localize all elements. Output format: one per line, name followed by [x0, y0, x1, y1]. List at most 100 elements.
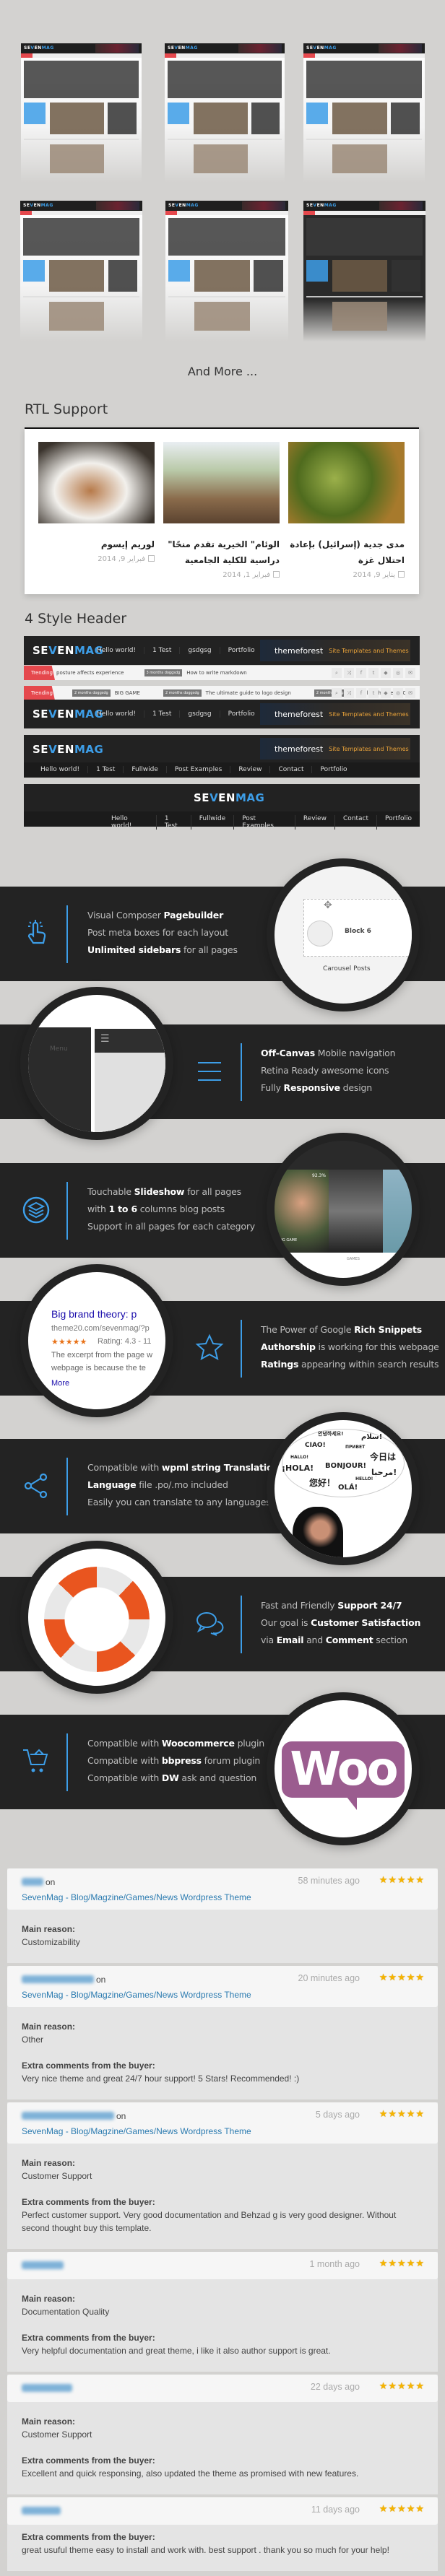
post-title[interactable]: مدى جدية (إسرائيل) بإعادة احتلال غزة	[288, 536, 405, 568]
theme-demo-thumbnail[interactable]: SEVENMAG	[21, 43, 142, 183]
dribbble-icon[interactable]: ◎	[393, 668, 403, 678]
facebook-icon[interactable]: f	[356, 688, 366, 698]
product-link[interactable]: SevenMag - Blog/Magzine/Games/News Wordp…	[22, 2126, 425, 2136]
mail-icon[interactable]: ✉	[405, 668, 415, 678]
reviewer-name-blurred[interactable]	[22, 2384, 72, 2393]
feature-preview-image: ✥ Block 6 Carousel Posts	[275, 866, 412, 1004]
greeting-text: سلام!	[361, 1433, 383, 1441]
facebook-icon[interactable]: f	[356, 668, 366, 678]
nav-item[interactable]: Contact	[270, 766, 313, 773]
demo-content-block	[23, 260, 45, 282]
feature-line: Off-Canvas Mobile navigation	[261, 1045, 396, 1062]
post-title[interactable]: الوئام" الخيرية تقدم منحًا" دراسية للكلي…	[163, 536, 280, 568]
demo-content-block	[108, 103, 137, 134]
extra-comments: Extra comments from the buyer: Very helpf…	[22, 2331, 423, 2357]
nav-item[interactable]: Review	[295, 815, 335, 830]
post-image-topiary-garden[interactable]	[288, 442, 405, 523]
nav-item[interactable]: Post Examples	[167, 766, 231, 773]
greeting-text: BONJOUR!	[325, 1462, 367, 1470]
feature-text-segment: Fully	[261, 1082, 284, 1093]
trending-item[interactable]: The ultimate guide to logo design	[206, 690, 291, 696]
product-link[interactable]: SevenMag - Blog/Magzine/Games/News Wordp…	[22, 1990, 425, 2000]
hamburger-menu-icon[interactable]: ☰	[100, 1032, 110, 1045]
nav-item[interactable]: Hello world!	[89, 647, 145, 654]
reviewer-name-blurred[interactable]	[22, 1878, 43, 1887]
nav-item[interactable]: Post Examples	[234, 815, 295, 830]
demo-content-block	[332, 302, 388, 331]
nav-item[interactable]: Contact	[335, 815, 377, 830]
themeforest-banner[interactable]: themeforest Site Templates and Themes	[260, 640, 410, 661]
theme-demo-thumbnail[interactable]: SEVENMAG	[303, 201, 425, 341]
more-link: More	[51, 1379, 70, 1388]
divider-line	[66, 1733, 68, 1791]
theme-demo-thumbnail[interactable]: SEVENMAG	[20, 201, 142, 341]
trending-item[interactable]: posture affects experience	[56, 670, 124, 676]
logo-part: MAG	[235, 791, 265, 804]
nav-item[interactable]: Fullwide	[124, 766, 167, 773]
site-logo[interactable]: SEVENMAG	[194, 791, 264, 804]
circle-label: Menu	[50, 1045, 68, 1053]
main-reason-value: Customizability	[22, 1937, 80, 1947]
themeforest-banner[interactable]: themeforest Site Templates and Themes	[260, 703, 410, 725]
twitter-icon[interactable]: t	[368, 688, 379, 698]
nav-item[interactable]: 1 Test	[144, 710, 181, 718]
rtl-post[interactable]: الوئام" الخيرية تقدم منحًا" دراسية للكلي…	[163, 442, 280, 579]
reviewer-name-blurred[interactable]	[22, 2507, 61, 2515]
android-icon[interactable]: ◆	[381, 688, 391, 698]
theme-demo-thumbnail[interactable]: SEVENMAG	[165, 43, 285, 183]
nav-item[interactable]: Portfolio	[220, 647, 263, 654]
reviewer-name-blurred[interactable]	[22, 2261, 64, 2270]
post-date-text: فبراير 9, 2014	[98, 555, 145, 563]
product-link[interactable]: SevenMag - Blog/Magzine/Games/News Wordp…	[22, 1892, 425, 1902]
layers-icon	[22, 1196, 51, 1224]
nav-item[interactable]: Portfolio	[312, 766, 355, 773]
extra-comments: Extra comments from the buyer: Perfect cu…	[22, 2196, 423, 2235]
feature-highlight: Slideshow	[134, 1186, 185, 1197]
trending-item[interactable]: How to write markdown	[186, 670, 247, 676]
feature-preview-circle	[20, 1541, 173, 1694]
reviewer-name-blurred[interactable]	[22, 2112, 114, 2120]
rtl-post[interactable]: مدى جدية (إسرائيل) بإعادة احتلال غزة يناي…	[288, 442, 405, 579]
feature-text-segment: appearing within search results	[298, 1359, 439, 1370]
search-icon[interactable]: ⌕	[332, 688, 342, 698]
review-body: Extra comments from the buyer: great usuf…	[7, 2525, 438, 2571]
trending-bar: Trending 2 months doggsdg BIG GAME 2 months…	[24, 686, 420, 700]
post-title[interactable]: لوريم إيسوم	[38, 536, 155, 552]
nav-item[interactable]: Fullwide	[191, 815, 235, 830]
dribbble-icon[interactable]: ◎	[393, 688, 403, 698]
trending-item[interactable]: BIG GAME	[115, 690, 140, 696]
nav-item[interactable]: Hello world!	[33, 766, 89, 773]
feature-text: Visual Composer Pagebuilder Post meta box…	[87, 907, 238, 959]
nav-item[interactable]: Portfolio	[377, 815, 420, 830]
nav-item[interactable]: 1 Test	[144, 647, 181, 654]
nav-item[interactable]: Portfolio	[220, 710, 263, 718]
nav-item[interactable]: gsdgsg	[180, 710, 220, 718]
android-icon[interactable]: ◆	[381, 668, 391, 678]
themeforest-banner[interactable]: themeforest Site Templates and Themes	[260, 738, 410, 760]
rtl-post[interactable]: لوريم إيسوم فبراير 9, 2014	[38, 442, 155, 579]
star-icon: ★	[388, 1972, 398, 1983]
search-icon[interactable]: ⌕	[332, 668, 342, 678]
logo-part: V	[48, 708, 58, 721]
main-reason: Main reason: Customer Support	[22, 2415, 423, 2441]
hamburger-menu-icon	[195, 1057, 224, 1086]
reviewer-name-blurred[interactable]	[22, 1975, 94, 1984]
feature-text-segment: columns blog posts	[137, 1204, 225, 1214]
site-logo[interactable]: SEVENMAG	[33, 743, 103, 756]
nav-item[interactable]: 1 Test	[88, 766, 124, 773]
theme-demo-thumbnail[interactable]: SEVENMAG	[165, 201, 288, 341]
feature-line: Retina Ready awesome icons	[261, 1062, 395, 1079]
shuffle-icon[interactable]: ⤨	[344, 668, 354, 678]
shuffle-icon[interactable]: ⤨	[344, 688, 354, 698]
nav-item[interactable]: Review	[230, 766, 271, 773]
nav-item[interactable]: Hello world!	[89, 710, 145, 718]
post-image-motocross[interactable]	[163, 442, 280, 523]
greeting-text: 您好！	[309, 1478, 336, 1488]
theme-demo-thumbnail[interactable]: SEVENMAG	[303, 43, 425, 183]
mail-icon[interactable]: ✉	[405, 688, 415, 698]
nav-item[interactable]: 1 Test	[157, 815, 191, 830]
nav-item[interactable]: gsdgsg	[180, 647, 220, 654]
post-image-burger-plate[interactable]	[38, 442, 155, 523]
twitter-icon[interactable]: t	[368, 668, 379, 678]
nav-item[interactable]: Hello world!	[103, 815, 157, 830]
